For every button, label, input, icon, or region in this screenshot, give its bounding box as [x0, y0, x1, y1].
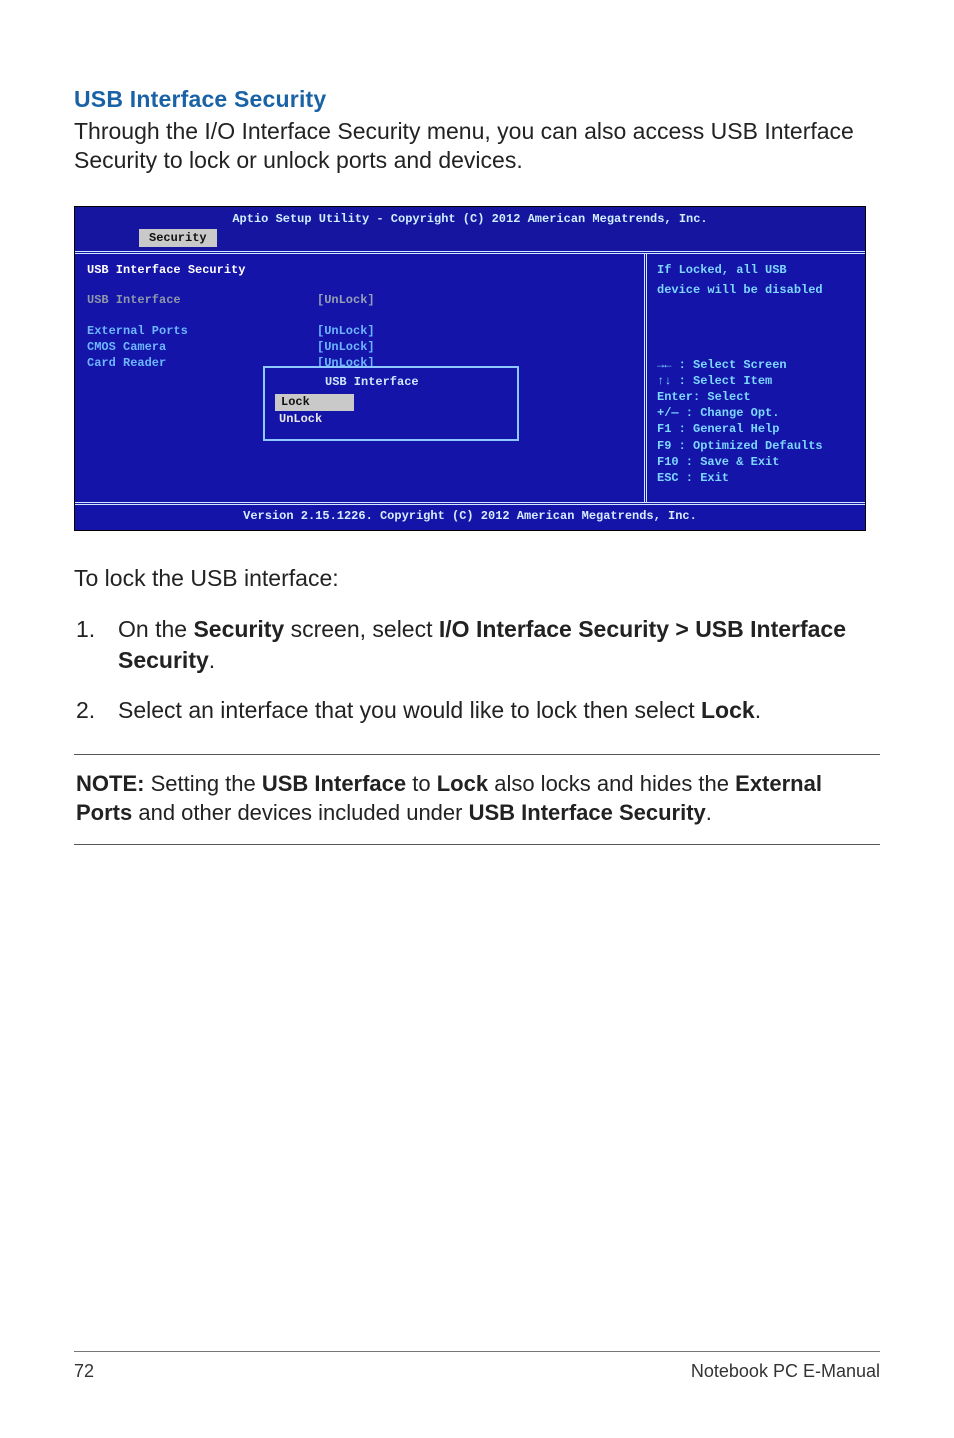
- step-2-t2: .: [755, 697, 761, 723]
- help-l7: F10 : Save & Exit: [657, 454, 855, 470]
- popup-title: USB Interface: [319, 374, 425, 390]
- note-b2: Lock: [437, 771, 488, 796]
- bios-footer: Version 2.15.1226. Copyright (C) 2012 Am…: [75, 502, 865, 530]
- bios-right-pane: If Locked, all USB device will be disabl…: [647, 254, 865, 502]
- page-number: 72: [74, 1361, 94, 1382]
- help-l5: F1 : General Help: [657, 421, 855, 437]
- panel-title: USB Interface Security: [87, 262, 245, 278]
- bios-tab-bar: Security: [75, 229, 865, 251]
- row-usb-interface-label[interactable]: USB Interface: [87, 292, 317, 308]
- bios-popup: USB Interface Lock UnLock: [263, 366, 519, 441]
- note-box: NOTE: Setting the USB Interface to Lock …: [74, 754, 880, 845]
- step-1-t1: On the: [118, 616, 193, 642]
- step-1-t3: .: [209, 647, 215, 673]
- step-2-number: 2.: [76, 695, 118, 725]
- row-usb-interface-value: [UnLock]: [317, 292, 375, 308]
- row-cmos-camera-value: [UnLock]: [317, 339, 375, 355]
- row-external-ports-value: [UnLock]: [317, 323, 375, 339]
- page-footer: 72 Notebook PC E-Manual: [0, 1361, 954, 1382]
- step-1-number: 1.: [76, 614, 118, 675]
- note-t3: also locks and hides the: [488, 771, 735, 796]
- section-lead: Through the I/O Interface Security menu,…: [74, 117, 880, 176]
- tab-security[interactable]: Security: [139, 229, 217, 247]
- help-l4: +/— : Change Opt.: [657, 405, 855, 421]
- bios-panel: Aptio Setup Utility - Copyright (C) 2012…: [74, 206, 866, 532]
- help-l6: F9 : Optimized Defaults: [657, 438, 855, 454]
- help-l1: →← : Select Screen: [657, 357, 855, 373]
- note-b4: USB Interface Security: [469, 800, 706, 825]
- help-l8: ESC : Exit: [657, 470, 855, 486]
- step-1-t2: screen, select: [284, 616, 439, 642]
- row-external-ports-label[interactable]: External Ports: [87, 323, 317, 339]
- intro-line: To lock the USB interface:: [74, 565, 880, 592]
- step-2-b1: Lock: [701, 697, 755, 723]
- bios-left-pane: USB Interface Security USB Interface [Un…: [75, 254, 647, 502]
- note-t5: .: [706, 800, 712, 825]
- note-t1: Setting the: [144, 771, 261, 796]
- popup-option-unlock[interactable]: UnLock: [275, 412, 326, 426]
- step-2: 2. Select an interface that you would li…: [76, 695, 880, 725]
- note-t4: and other devices included under: [132, 800, 468, 825]
- help-l3: Enter: Select: [657, 389, 855, 405]
- note-b1: USB Interface: [262, 771, 406, 796]
- step-2-t1: Select an interface that you would like …: [118, 697, 701, 723]
- section-heading: USB Interface Security: [74, 86, 880, 113]
- help-l2: ↑↓ : Select Item: [657, 373, 855, 389]
- book-title: Notebook PC E-Manual: [691, 1361, 880, 1382]
- step-1: 1. On the Security screen, select I/O In…: [76, 614, 880, 675]
- note-t2: to: [406, 771, 437, 796]
- hint-line-2: device will be disabled: [657, 282, 855, 298]
- hint-line-1: If Locked, all USB: [657, 262, 855, 278]
- footer-rule: [74, 1351, 880, 1352]
- popup-option-lock[interactable]: Lock: [275, 394, 354, 410]
- steps-list: 1. On the Security screen, select I/O In…: [76, 614, 880, 725]
- row-cmos-camera-label[interactable]: CMOS Camera: [87, 339, 317, 355]
- step-1-b1: Security: [193, 616, 284, 642]
- bios-title-bar: Aptio Setup Utility - Copyright (C) 2012…: [75, 207, 865, 229]
- help-block: →← : Select Screen ↑↓ : Select Item Ente…: [657, 357, 855, 487]
- note-label: NOTE:: [76, 771, 144, 796]
